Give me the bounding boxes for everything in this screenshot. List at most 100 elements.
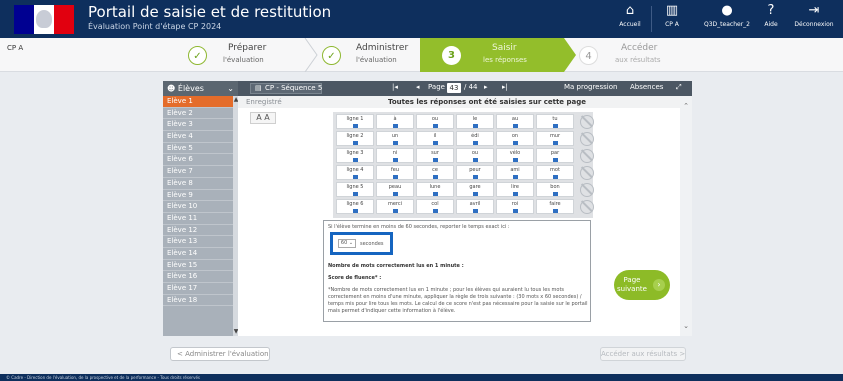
reset-row-icon[interactable]	[580, 183, 594, 197]
checkbox-icon[interactable]	[432, 209, 438, 213]
word-cell[interactable]: peur	[456, 165, 494, 180]
word-cell[interactable]: au	[496, 114, 534, 129]
student-item[interactable]: Elève 8	[163, 178, 238, 190]
student-item[interactable]: Elève 5	[163, 143, 238, 155]
word-cell[interactable]: peau	[376, 182, 414, 197]
student-item[interactable]: Elève 11	[163, 213, 238, 225]
checkbox-icon[interactable]	[512, 141, 518, 145]
next-page-button[interactable]: Page suivante ›	[614, 270, 670, 300]
row-label-cell[interactable]: ligne 4	[336, 165, 374, 180]
student-item[interactable]: Elève 16	[163, 271, 238, 283]
checkbox-icon[interactable]	[352, 175, 358, 179]
step-enter-answers[interactable]: 3 Saisir les réponses	[420, 38, 564, 72]
word-cell[interactable]: édi	[456, 131, 494, 146]
checkbox-icon[interactable]	[472, 175, 478, 179]
word-cell[interactable]: on	[496, 131, 534, 146]
back-to-administer-button[interactable]: < Administrer l'évaluation	[170, 347, 270, 361]
word-cell[interactable]: il	[416, 131, 454, 146]
row-label-cell[interactable]: ligne 2	[336, 131, 374, 146]
checkbox-icon[interactable]	[472, 141, 478, 145]
reset-row-icon[interactable]	[580, 200, 594, 214]
checkbox-icon[interactable]	[512, 209, 518, 213]
word-cell[interactable]: lune	[416, 182, 454, 197]
scroll-up-icon[interactable]: ⌃	[680, 102, 692, 112]
word-cell[interactable]: ou	[416, 114, 454, 129]
checkbox-icon[interactable]	[552, 175, 558, 179]
checkbox-icon[interactable]	[512, 175, 518, 179]
checkbox-icon[interactable]	[432, 175, 438, 179]
student-item[interactable]: Elève 17	[163, 283, 238, 295]
help-button[interactable]: ? Aide	[758, 3, 784, 35]
checkbox-icon[interactable]	[432, 158, 438, 162]
checkbox-icon[interactable]	[512, 192, 518, 196]
chevron-down-icon[interactable]: ⌄	[227, 81, 234, 96]
page-number-input[interactable]: 43	[447, 83, 461, 93]
row-label-cell[interactable]: ligne 3	[336, 148, 374, 163]
sequence-select[interactable]: ▤ CP - Séquence 5	[250, 83, 322, 94]
row-label-cell[interactable]: ligne 5	[336, 182, 374, 197]
checkbox-icon[interactable]	[352, 209, 358, 213]
checkbox-icon[interactable]	[472, 158, 478, 162]
student-item[interactable]: Elève 12	[163, 225, 238, 237]
checkbox-icon[interactable]	[552, 158, 558, 162]
student-item[interactable]: Elève 14	[163, 248, 238, 260]
checkbox-icon[interactable]	[352, 158, 358, 162]
checkbox-icon[interactable]	[472, 209, 478, 213]
progression-link[interactable]: Ma progression	[564, 83, 617, 91]
word-cell[interactable]: à	[376, 114, 414, 129]
checkbox-icon[interactable]	[552, 192, 558, 196]
checkbox-icon[interactable]	[352, 124, 358, 128]
word-cell[interactable]: feu	[376, 165, 414, 180]
word-cell[interactable]: col	[416, 199, 454, 214]
checkbox-icon[interactable]	[552, 141, 558, 145]
checkbox-icon[interactable]	[512, 124, 518, 128]
student-item[interactable]: Elève 18	[163, 295, 238, 307]
checkbox-icon[interactable]	[392, 175, 398, 179]
checkbox-icon[interactable]	[552, 124, 558, 128]
logout-button[interactable]: ⇥ Déconnexion	[789, 3, 839, 35]
word-cell[interactable]: roi	[496, 199, 534, 214]
next-page-button[interactable]: ▸	[484, 83, 488, 91]
row-label-cell[interactable]: ligne 1	[336, 114, 374, 129]
step-prepare[interactable]: ✓ Préparer l'évaluation	[188, 38, 298, 72]
student-item[interactable]: Elève 15	[163, 260, 238, 272]
reset-row-icon[interactable]	[580, 115, 594, 129]
student-item[interactable]: Elève 2	[163, 108, 238, 120]
reset-row-icon[interactable]	[580, 132, 594, 146]
word-cell[interactable]: ce	[416, 165, 454, 180]
home-button[interactable]: ⌂ Accueil	[612, 3, 648, 35]
checkbox-icon[interactable]	[432, 141, 438, 145]
student-item[interactable]: Elève 13	[163, 236, 238, 248]
checkbox-icon[interactable]	[432, 192, 438, 196]
absences-link[interactable]: Absences	[630, 83, 663, 91]
student-item[interactable]: Elève 7	[163, 166, 238, 178]
step-results[interactable]: 4 Accéder aux résultats	[579, 38, 699, 72]
reset-row-icon[interactable]	[580, 149, 594, 163]
checkbox-icon[interactable]	[472, 124, 478, 128]
reset-row-icon[interactable]	[580, 166, 594, 180]
scroll-down-icon[interactable]: ⌄	[680, 322, 692, 332]
word-cell[interactable]: tu	[536, 114, 574, 129]
main-scrollbar[interactable]: ⌃ ⌄	[680, 96, 692, 336]
checkbox-icon[interactable]	[392, 141, 398, 145]
class-button[interactable]: ▥ CP A	[654, 3, 690, 35]
student-item[interactable]: Elève 9	[163, 190, 238, 202]
checkbox-icon[interactable]	[432, 124, 438, 128]
font-size-toggle[interactable]: A A	[250, 112, 276, 124]
student-item[interactable]: Elève 6	[163, 154, 238, 167]
last-page-button[interactable]: ▸|	[502, 83, 508, 91]
step-administer[interactable]: ✓ Administrer l'évaluation	[322, 38, 422, 72]
word-cell[interactable]: mur	[536, 131, 574, 146]
word-cell[interactable]: mot	[536, 165, 574, 180]
word-cell[interactable]: faire	[536, 199, 574, 214]
checkbox-icon[interactable]	[552, 209, 558, 213]
word-cell[interactable]: le	[456, 114, 494, 129]
word-cell[interactable]: ami	[496, 165, 534, 180]
first-page-button[interactable]: |◂	[392, 83, 398, 91]
word-cell[interactable]: ni	[376, 148, 414, 163]
student-item[interactable]: Elève 1	[163, 96, 238, 108]
user-button[interactable]: ● Q3D_teacher_2	[702, 3, 752, 35]
word-cell[interactable]: bon	[536, 182, 574, 197]
student-item[interactable]: Elève 10	[163, 201, 238, 213]
prev-page-button[interactable]: ◂	[416, 83, 420, 91]
